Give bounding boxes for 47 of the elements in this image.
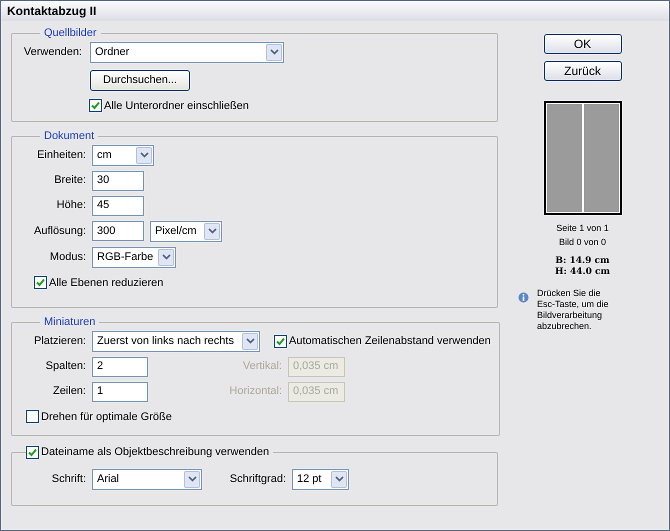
dialog-button[interactable]: Zurück [544,61,622,81]
field-label: Breite: [53,173,86,188]
size-info-text: H: 44.0 cm [554,267,610,278]
hint-text: Drücken Sie die Esc-Taste, um die Bildverarbeitung abzubrechen. [537,288,609,332]
checkbox[interactable]: Alle Unterordner einschließen [89,98,489,114]
input-field[interactable]: 30 [92,170,144,190]
field-label: Horizontal: [228,384,282,400]
dropdown[interactable]: Arial [92,468,202,490]
checkbox[interactable]: Automatischen Zeilenabstand verwenden [274,332,491,350]
input-field[interactable]: 300 [92,221,144,241]
browse-button[interactable]: Durchsuchen... [90,70,190,90]
field-label: Platzieren: [33,334,86,349]
field-label: Modus: [48,250,86,265]
dialog-button[interactable]: OK [544,34,622,54]
field-label: Zeilen: [52,384,86,400]
field-label: Höhe: [56,198,86,214]
checkbox[interactable]: Alle Ebenen reduzieren [34,274,489,291]
field-label: Einheiten: [36,148,86,163]
field-label: Vertikal: [242,359,282,374]
group-title: Quellbilder [44,27,97,39]
input-field[interactable]: 45 [92,196,144,216]
check-icon [28,448,37,457]
dropdown[interactable]: Zuerst von links nach rechts [92,330,260,352]
check-icon [276,336,285,346]
field-label: Auflösung: [33,224,86,239]
field-label: Schrift: [50,472,86,487]
page-info-text: Bild 0 von 0 [558,236,606,249]
dropdown[interactable]: 12 pt [292,468,349,490]
check-icon [91,101,100,110]
dropdown[interactable]: RGB-Farbe [92,246,176,268]
dropdown[interactable]: Ordner [90,42,284,62]
dropdown[interactable]: Pixel/cm [150,220,222,242]
group-title: Dokument [44,130,94,142]
checkbox[interactable]: Dateiname als Objektbeschreibung verwenden [26,444,270,460]
check-icon [36,278,45,288]
field-label: Verwenden: [22,44,82,60]
input-field[interactable]: 1 [92,382,148,402]
info-icon [518,292,529,303]
checkbox[interactable]: Drehen für optimale Größe [26,408,491,425]
input-field[interactable]: 2 [92,356,148,376]
size-info-text: B: 14.9 cm [555,256,610,267]
group-title: Miniaturen [44,316,96,328]
dropdown[interactable]: cm [92,144,154,166]
field-label: Schriftgrad: [228,472,286,487]
page-info-text: Seite 1 von 1 [556,222,609,235]
field-label: Spalten: [44,359,86,374]
window-title: Kontaktabzug II [7,3,96,20]
